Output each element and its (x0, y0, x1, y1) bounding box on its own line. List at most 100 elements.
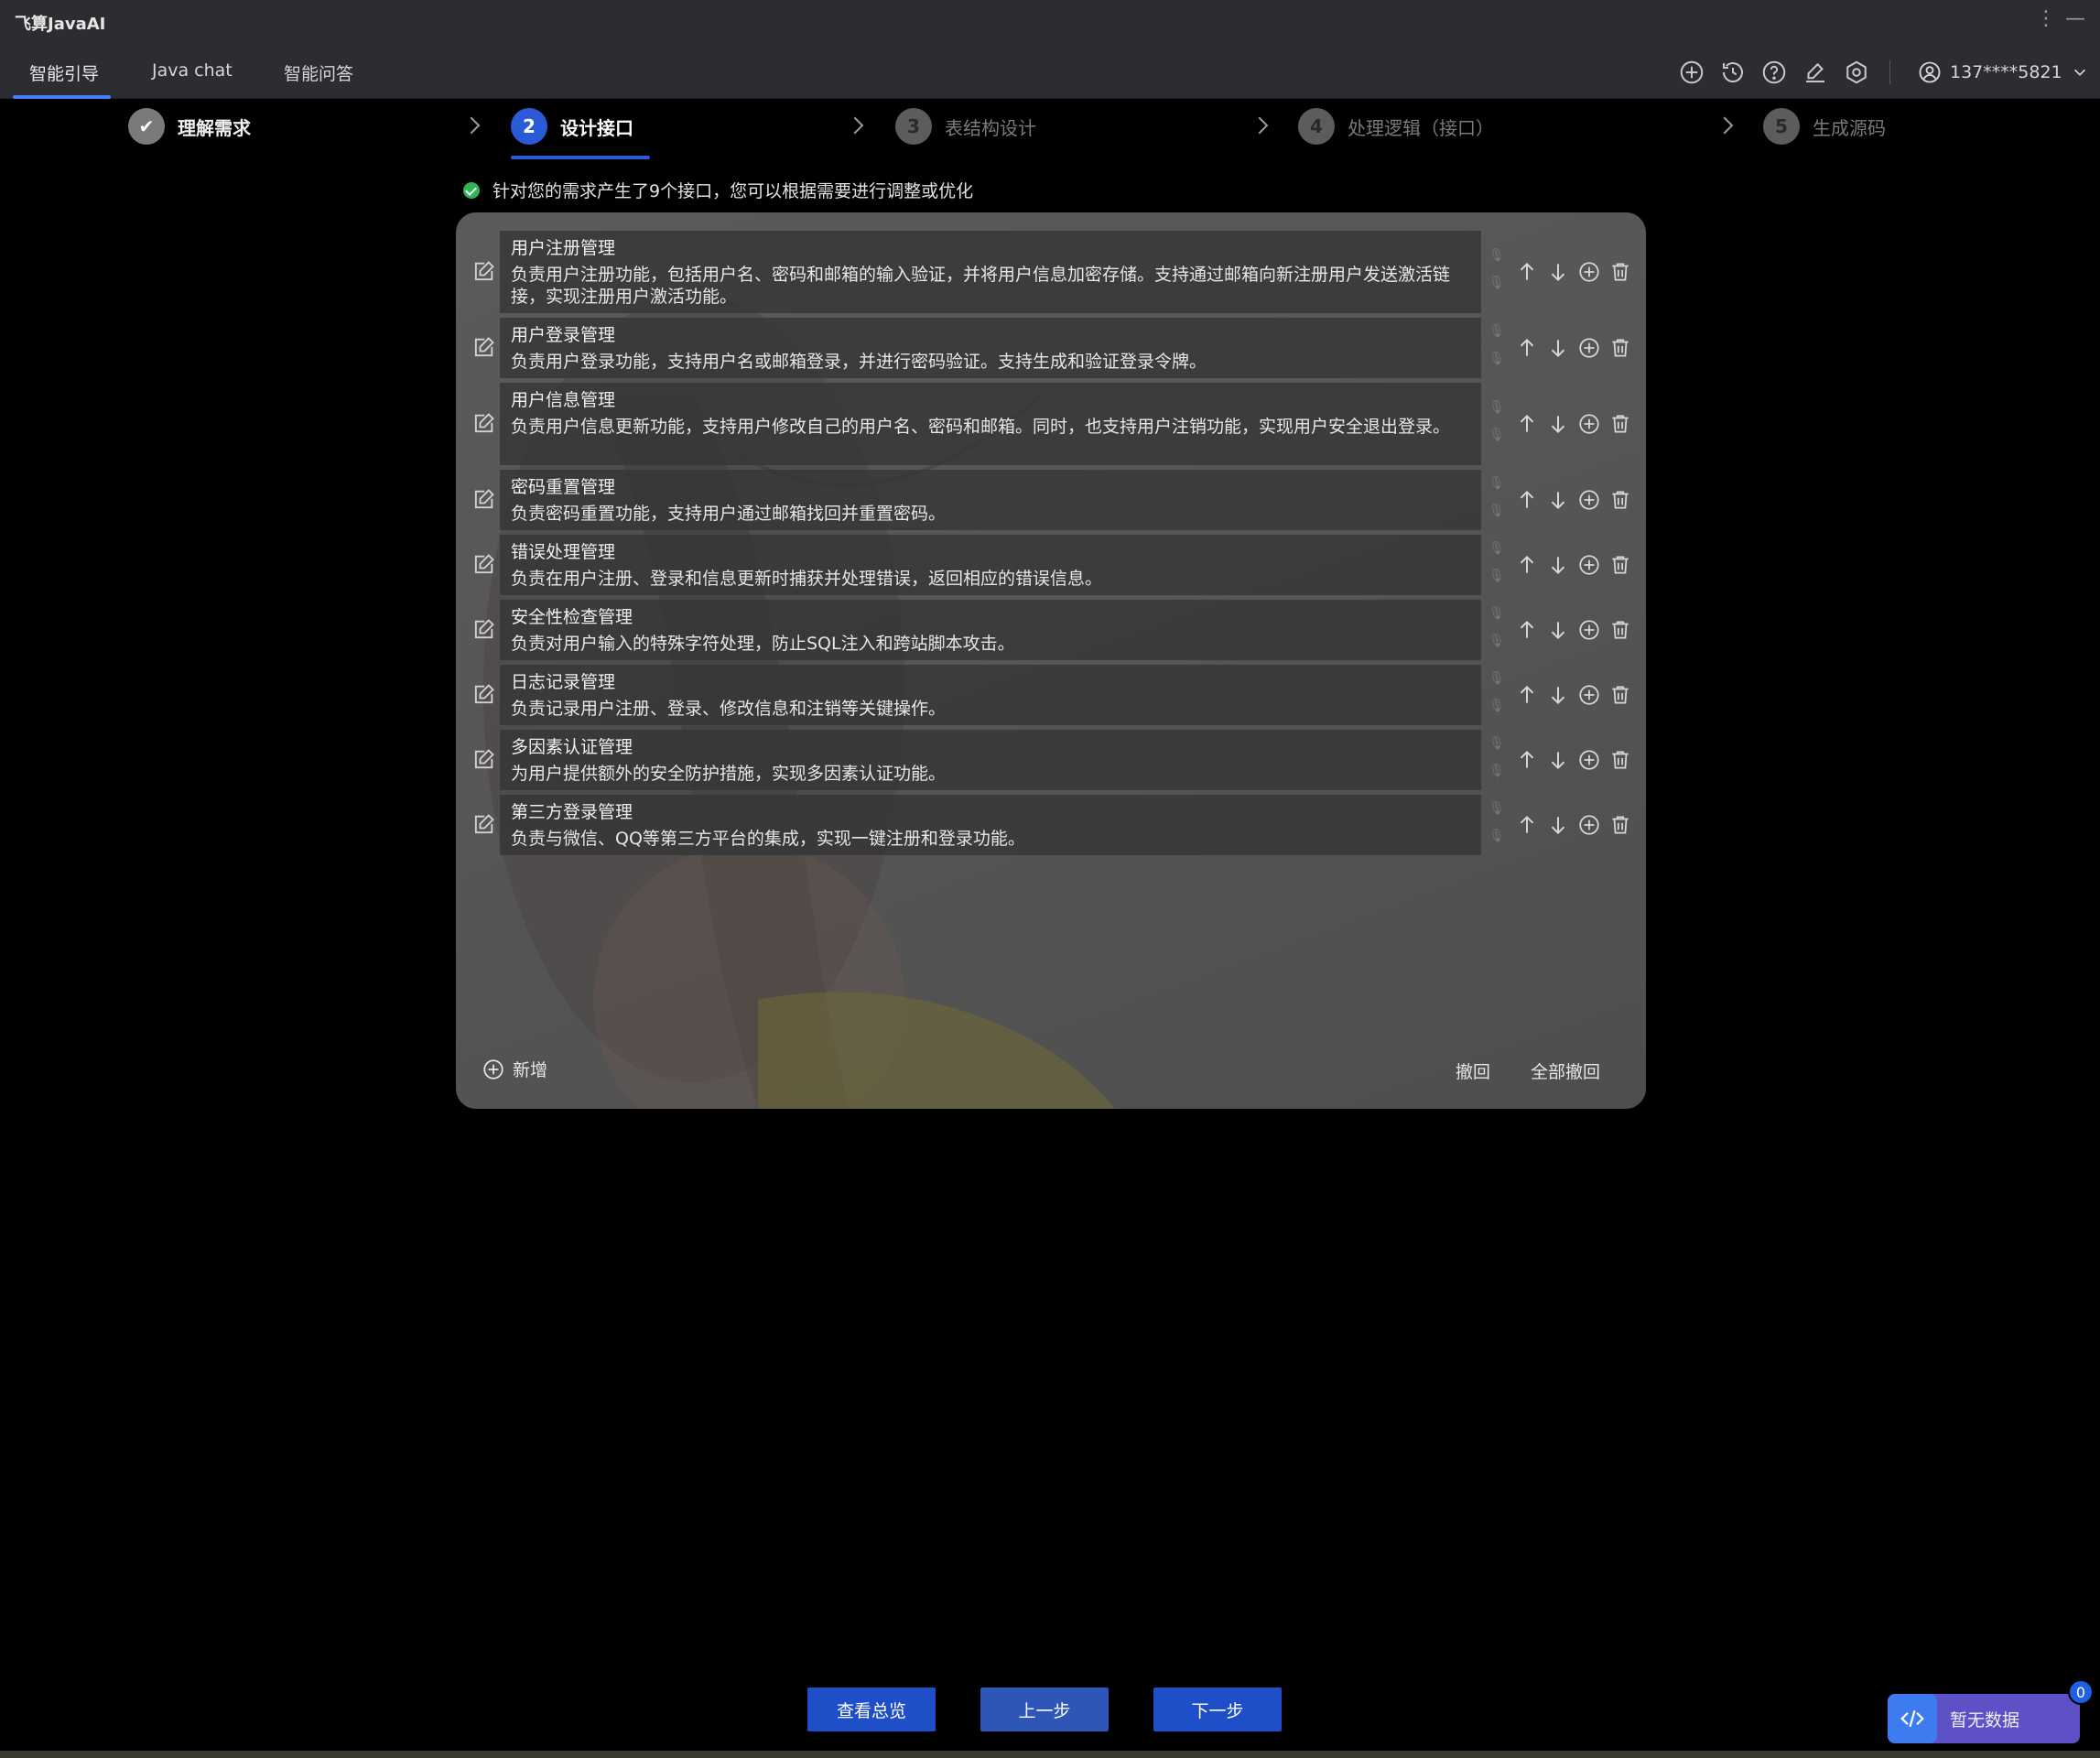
delete-icon[interactable] (1607, 682, 1633, 708)
delete-icon[interactable] (1607, 552, 1633, 578)
move-down-icon[interactable] (1545, 335, 1571, 361)
tab-smart-qa[interactable]: 智能问答 (284, 60, 353, 85)
user-menu[interactable]: 137****5821 (1917, 59, 2090, 86)
interface-text-box[interactable]: 错误处理管理 负责在用户注册、登录和信息更新时捕获并处理错误，返回相应的错误信息。 (500, 535, 1481, 595)
insert-icon[interactable] (1576, 552, 1602, 578)
microphone-icon[interactable]: 🎙 (1488, 248, 1505, 263)
history-icon[interactable] (1719, 59, 1747, 86)
microphone-icon[interactable]: 🎙 (1488, 634, 1505, 648)
move-up-icon[interactable] (1514, 617, 1540, 643)
undo-button[interactable]: 撤回 (1456, 1058, 1490, 1083)
microphone-icon[interactable]: 🎙 (1488, 476, 1505, 491)
interface-text-box[interactable]: 用户登录管理 负责用户登录功能，支持用户名或邮箱登录，并进行密码验证。支持生成和验… (500, 318, 1481, 378)
microphone-icon[interactable]: 🎙 (1488, 324, 1505, 339)
delete-icon[interactable] (1607, 487, 1633, 513)
edit-icon[interactable] (1802, 59, 1829, 86)
delete-icon[interactable] (1607, 411, 1633, 437)
move-up-icon[interactable] (1514, 552, 1540, 578)
microphone-icon[interactable]: 🎙 (1488, 764, 1505, 778)
microphone-icon[interactable]: 🎙 (1488, 671, 1505, 686)
microphone-icon[interactable]: 🎙 (1488, 736, 1505, 751)
move-down-icon[interactable] (1545, 411, 1571, 437)
microphone-icon[interactable]: 🎙 (1488, 801, 1505, 816)
interface-text-box[interactable]: 用户信息管理 负责用户信息更新功能，支持用户修改自己的用户名、密码和邮箱。同时，也… (500, 383, 1481, 465)
insert-icon[interactable] (1576, 812, 1602, 838)
move-up-icon[interactable] (1514, 747, 1540, 773)
step-generate-source[interactable]: 5 生成源码 (1763, 108, 1886, 145)
move-down-icon[interactable] (1545, 682, 1571, 708)
microphone-icon[interactable]: 🎙 (1488, 352, 1505, 366)
insert-icon[interactable] (1576, 487, 1602, 513)
interface-text-box[interactable]: 日志记录管理 负责记录用户注册、登录、修改信息和注销等关键操作。 (500, 665, 1481, 725)
insert-icon[interactable] (1576, 259, 1602, 285)
edit-interface-icon[interactable] (471, 335, 498, 363)
step-label: 表结构设计 (945, 116, 1036, 139)
move-up-icon[interactable] (1514, 487, 1540, 513)
move-up-icon[interactable] (1514, 259, 1540, 285)
delete-icon[interactable] (1607, 812, 1633, 838)
microphone-icon[interactable]: 🎙 (1488, 400, 1505, 415)
interface-row: 多因素认证管理 为用户提供额外的安全防护措施，实现多因素认证功能。 🎙 🎙 (456, 730, 1646, 790)
minimize-icon[interactable]: — (2065, 7, 2085, 30)
previous-step-button[interactable]: 上一步 (980, 1687, 1109, 1731)
more-menu-icon[interactable]: ⋮ (2036, 7, 2056, 30)
move-down-icon[interactable] (1545, 552, 1571, 578)
step-understand-requirements[interactable]: ✔ 理解需求 (128, 108, 251, 145)
move-up-icon[interactable] (1514, 411, 1540, 437)
notice-text: 针对您的需求产生了9个接口，您可以根据需要进行调整或优化 (493, 181, 974, 201)
microphone-icon[interactable]: 🎙 (1488, 541, 1505, 556)
tab-smart-guide[interactable]: 智能引导 (29, 60, 99, 85)
move-up-icon[interactable] (1514, 682, 1540, 708)
delete-icon[interactable] (1607, 335, 1633, 361)
edit-interface-icon[interactable] (471, 259, 498, 287)
delete-icon[interactable] (1607, 747, 1633, 773)
view-overview-button[interactable]: 查看总览 (807, 1687, 936, 1731)
step-processing-logic[interactable]: 4 处理逻辑（接口） (1298, 108, 1494, 145)
move-up-icon[interactable] (1514, 335, 1540, 361)
edit-interface-icon[interactable] (471, 552, 498, 580)
insert-icon[interactable] (1576, 682, 1602, 708)
move-down-icon[interactable] (1545, 487, 1571, 513)
interface-text-box[interactable]: 多因素认证管理 为用户提供额外的安全防护措施，实现多因素认证功能。 (500, 730, 1481, 790)
microphone-icon[interactable]: 🎙 (1488, 569, 1505, 583)
step-design-interfaces[interactable]: 2 设计接口 (511, 108, 633, 145)
delete-icon[interactable] (1607, 259, 1633, 285)
edit-interface-icon[interactable] (471, 411, 498, 439)
microphone-icon[interactable]: 🎙 (1488, 428, 1505, 442)
interface-text-box[interactable]: 密码重置管理 负责密码重置功能，支持用户通过邮箱找回并重置密码。 (500, 470, 1481, 530)
add-circle-icon[interactable] (1678, 59, 1705, 86)
undo-all-button[interactable]: 全部撤回 (1531, 1058, 1600, 1083)
insert-icon[interactable] (1576, 335, 1602, 361)
edit-interface-icon[interactable] (471, 812, 498, 840)
microphone-icon[interactable]: 🎙 (1488, 606, 1505, 621)
edit-interface-icon[interactable] (471, 747, 498, 775)
microphone-icon[interactable]: 🎙 (1488, 829, 1505, 843)
insert-icon[interactable] (1576, 411, 1602, 437)
move-down-icon[interactable] (1545, 259, 1571, 285)
insert-icon[interactable] (1576, 617, 1602, 643)
edit-interface-icon[interactable] (471, 682, 498, 710)
edit-interface-icon[interactable] (471, 617, 498, 645)
settings-icon[interactable] (1843, 59, 1870, 86)
interface-text-box[interactable]: 安全性检查管理 负责对用户输入的特殊字符处理，防止SQL注入和跨站脚本攻击。 (500, 600, 1481, 660)
microphone-icon[interactable]: 🎙 (1488, 504, 1505, 518)
microphone-icon[interactable]: 🎙 (1488, 276, 1505, 290)
add-interface-button[interactable]: 新增 (482, 1057, 547, 1081)
interface-row: 第三方登录管理 负责与微信、QQ等第三方平台的集成，实现一键注册和登录功能。 🎙 🎙 (456, 795, 1646, 855)
move-down-icon[interactable] (1545, 617, 1571, 643)
move-down-icon[interactable] (1545, 812, 1571, 838)
step-table-design[interactable]: 3 表结构设计 (895, 108, 1036, 145)
move-down-icon[interactable] (1545, 747, 1571, 773)
interface-text-box[interactable]: 用户注册管理 负责用户注册功能，包括用户名、密码和邮箱的输入验证，并将用户信息加密… (500, 231, 1481, 313)
row-actions (1514, 487, 1633, 513)
microphone-icon[interactable]: 🎙 (1488, 699, 1505, 713)
help-icon[interactable] (1760, 59, 1788, 86)
interface-text-box[interactable]: 第三方登录管理 负责与微信、QQ等第三方平台的集成，实现一键注册和登录功能。 (500, 795, 1481, 855)
next-step-button[interactable]: 下一步 (1153, 1687, 1282, 1731)
insert-icon[interactable] (1576, 747, 1602, 773)
tab-java-chat[interactable]: Java chat (152, 60, 233, 81)
move-up-icon[interactable] (1514, 812, 1540, 838)
delete-icon[interactable] (1607, 617, 1633, 643)
code-data-widget[interactable]: 暂无数据 0 (1888, 1679, 2094, 1743)
edit-interface-icon[interactable] (471, 487, 498, 515)
